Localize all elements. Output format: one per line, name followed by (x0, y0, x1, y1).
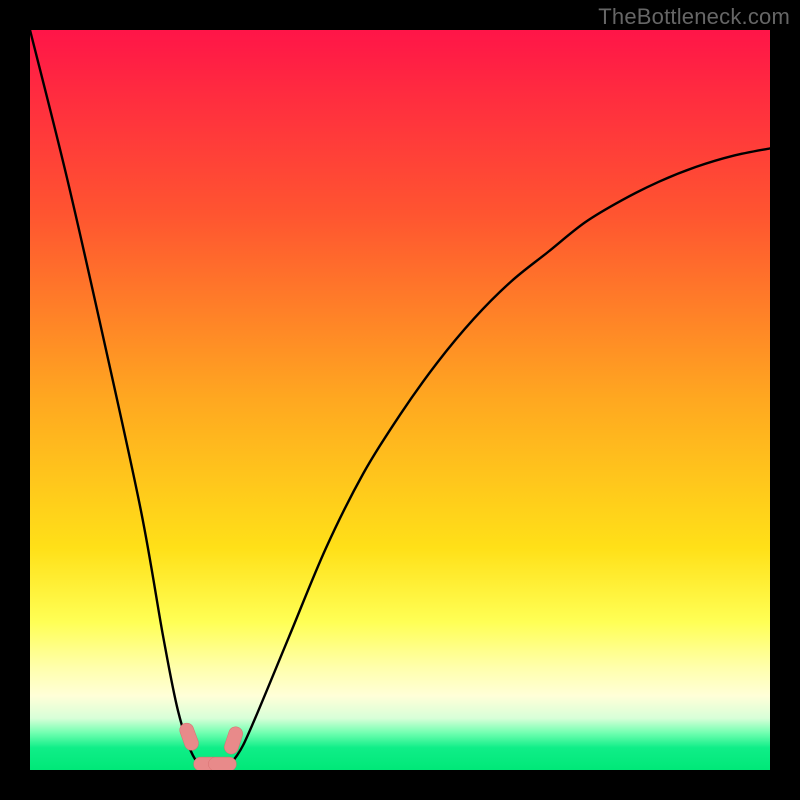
curve-marker (208, 757, 236, 770)
bottleneck-curve (30, 30, 770, 770)
curve-markers (178, 721, 245, 770)
curve-marker (178, 721, 201, 752)
watermark-text: TheBottleneck.com (598, 4, 790, 30)
chart-plot-area (30, 30, 770, 770)
curve-marker (223, 725, 245, 756)
chart-svg (30, 30, 770, 770)
